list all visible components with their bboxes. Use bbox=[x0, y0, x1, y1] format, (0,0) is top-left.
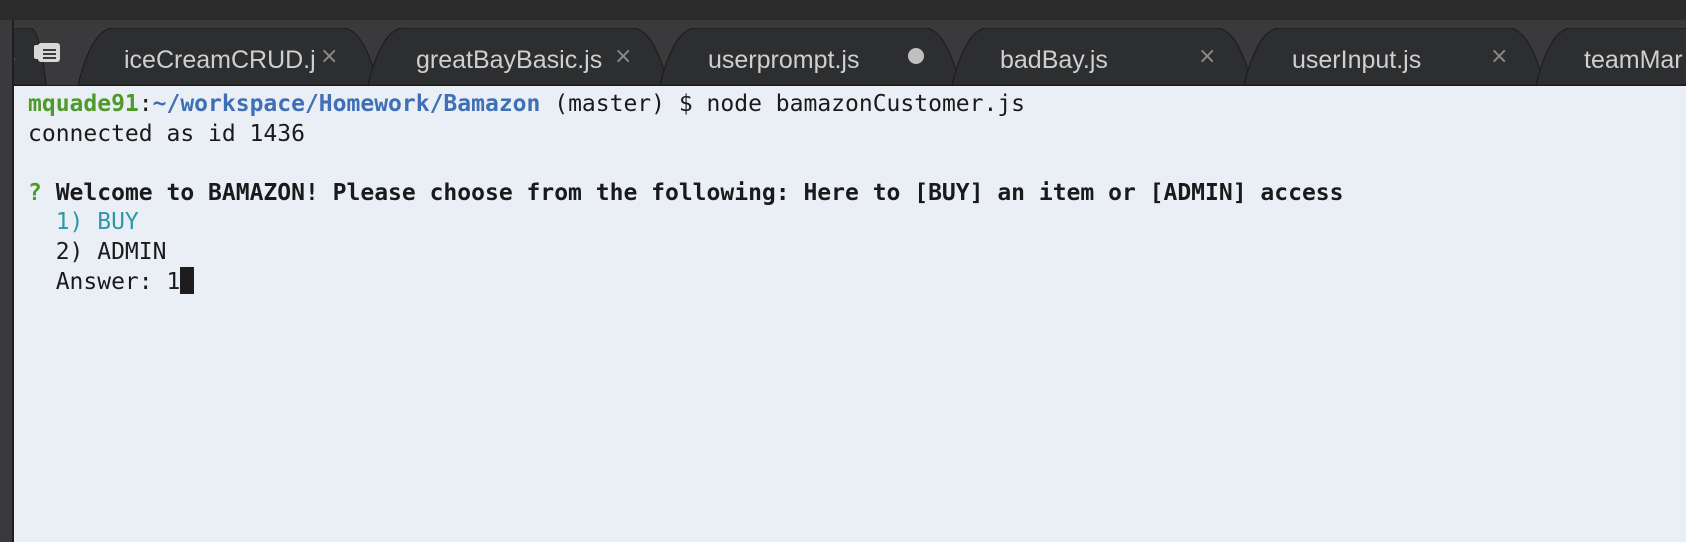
tab-userprompt[interactable]: userprompt.js bbox=[660, 28, 960, 85]
tab-icecreamcrud[interactable]: iceCreamCRUD.j × bbox=[78, 28, 378, 85]
close-icon[interactable]: × bbox=[1198, 44, 1216, 69]
tab-label: userprompt.js bbox=[708, 46, 860, 74]
terminal-output[interactable]: mquade91:~/workspace/Homework/Bamazon (m… bbox=[14, 85, 1686, 542]
unsaved-dot-icon[interactable] bbox=[908, 48, 924, 64]
question-line: ? Welcome to BAMAZON! Please choose from… bbox=[28, 179, 1686, 209]
option-buy[interactable]: 1) BUY bbox=[28, 208, 1686, 238]
window-top-bar bbox=[0, 0, 1686, 20]
tab-teammar[interactable]: teamMar bbox=[1536, 28, 1686, 85]
command-line: mquade91:~/workspace/Homework/Bamazon (m… bbox=[28, 90, 1686, 120]
prompt-sep: : bbox=[138, 91, 153, 117]
text-cursor bbox=[180, 267, 195, 294]
answer-value: 1 bbox=[166, 269, 181, 295]
tab-label: iceCreamCRUD.j bbox=[124, 46, 316, 74]
tab-label: teamMar bbox=[1584, 46, 1683, 74]
prompt-user: mquade91 bbox=[28, 91, 139, 117]
left-panel-edge bbox=[0, 20, 14, 542]
tab-label: badBay.js bbox=[1000, 46, 1108, 74]
answer-label: Answer: bbox=[28, 269, 167, 295]
close-icon[interactable]: × bbox=[614, 44, 632, 69]
tab-badbay[interactable]: badBay.js × bbox=[952, 28, 1252, 85]
prompt-path: ~/workspace/Homework/Bamazon bbox=[152, 91, 541, 117]
close-icon[interactable]: × bbox=[1490, 44, 1508, 69]
output-line: connected as id 1436 bbox=[28, 120, 305, 147]
list-icon[interactable] bbox=[34, 42, 62, 64]
tab-greatbaybasic[interactable]: greatBayBasic.js × bbox=[368, 28, 668, 85]
question-mark: ? bbox=[28, 179, 42, 206]
question-text: Welcome to BAMAZON! Please choose from t… bbox=[41, 179, 1344, 206]
tab-label: userInput.js bbox=[1292, 46, 1422, 74]
tab-userinput[interactable]: userInput.js × bbox=[1244, 28, 1544, 85]
answer-line[interactable]: Answer: 1 bbox=[28, 267, 1686, 297]
option-admin[interactable]: 2) ADMIN bbox=[28, 238, 1686, 268]
tab-label: greatBayBasic.js bbox=[416, 46, 603, 74]
prompt-command: (master) $ node bamazonCustomer.js bbox=[540, 91, 1026, 117]
close-icon[interactable]: × bbox=[320, 44, 338, 69]
tab-bar: F iceCreamCRUD.j × greatBayBasic.js × us… bbox=[0, 20, 1686, 85]
